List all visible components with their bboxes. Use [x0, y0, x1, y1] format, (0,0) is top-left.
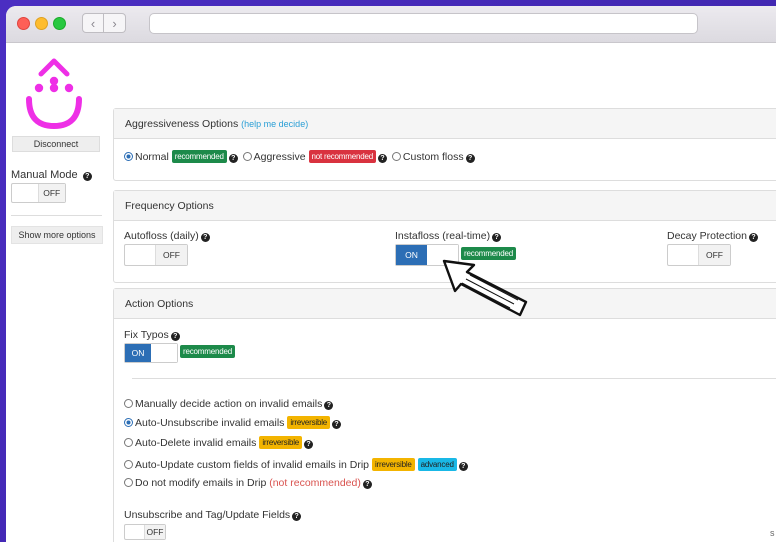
panel-title: Aggressiveness Options — [125, 118, 239, 130]
radio-do-not-modify[interactable] — [124, 478, 133, 487]
aggressiveness-options-row: Normal recommended? Aggressive not recom… — [124, 150, 477, 163]
toggle-off-label: OFF — [699, 245, 730, 265]
chevron-right-icon: › — [112, 15, 117, 31]
help-icon[interactable]: ? — [492, 233, 502, 242]
manual-mode-label: Manual Mode ? — [11, 169, 94, 181]
invalid-option-manual: Manually decide action on invalid emails… — [124, 398, 335, 410]
recommended-badge: recommended — [171, 150, 227, 163]
pointer-arrow-icon — [442, 259, 528, 317]
toggle-off-label: OFF — [38, 184, 65, 202]
help-icon[interactable]: ? — [458, 462, 468, 471]
help-icon[interactable]: ? — [324, 401, 334, 410]
chevron-left-icon: ‹ — [90, 15, 96, 31]
disconnect-button[interactable]: Disconnect — [12, 136, 100, 152]
option-label: Auto-Update custom fields of invalid ema… — [135, 459, 370, 471]
recommended-badge: recommended — [180, 345, 235, 358]
radio-custom-floss[interactable] — [391, 152, 401, 161]
decay-protection-label: Decay Protection? — [667, 230, 760, 242]
toggle-handle — [125, 245, 156, 265]
unsubscribe-tag-label: Unsubscribe and Tag/Update Fields? — [124, 509, 303, 521]
back-button[interactable]: ‹ — [82, 13, 104, 33]
invalid-option-update: Auto-Update custom fields of invalid ema… — [124, 458, 470, 471]
brand-logo-icon — [26, 58, 82, 130]
address-bar[interactable] — [149, 13, 698, 34]
forward-button[interactable]: › — [104, 13, 126, 33]
show-more-options-button[interactable]: Show more options — [11, 226, 103, 244]
manual-mode-text: Manual Mode — [11, 169, 78, 181]
option-label: Auto-Unsubscribe invalid emails — [135, 417, 285, 429]
help-icon[interactable]: ? — [332, 420, 342, 429]
help-icon[interactable]: ? — [292, 512, 302, 521]
unsubscribe-tag-text: Unsubscribe and Tag/Update Fields — [124, 509, 291, 521]
toggle-on-label: ON — [125, 344, 151, 362]
toggle-off-label: OFF — [156, 245, 187, 265]
fix-typos-badge-wrap: recommended — [180, 345, 235, 358]
action-divider — [132, 378, 776, 379]
panel-title: Frequency Options — [125, 200, 214, 212]
fix-typos-text: Fix Typos — [124, 329, 169, 341]
toggle-off-label: OFF — [145, 525, 165, 539]
decay-protection-text: Decay Protection — [667, 230, 747, 242]
invalid-option-delete: Auto-Delete invalid emails irreversible? — [124, 436, 315, 449]
irreversible-badge: irreversible — [371, 458, 415, 471]
help-icon[interactable]: ? — [82, 172, 92, 181]
maximize-window-button[interactable] — [53, 17, 66, 30]
help-me-decide-link[interactable]: (help me decide) — [241, 119, 308, 129]
toggle-handle — [151, 344, 177, 362]
irreversible-badge: irreversible — [287, 416, 331, 429]
minimize-window-button[interactable] — [35, 17, 48, 30]
sidebar-divider — [11, 215, 102, 216]
action-panel: Action Options — [113, 288, 776, 542]
clipped-text: s — [770, 528, 775, 538]
radio-normal[interactable] — [124, 152, 133, 161]
radio-auto-unsubscribe[interactable] — [124, 418, 133, 427]
fix-typos-toggle[interactable]: ON — [124, 343, 178, 363]
advanced-badge: advanced — [417, 458, 457, 471]
toggle-handle — [12, 184, 39, 202]
instafloss-text: Instafloss (real-time) — [395, 230, 491, 242]
invalid-option-unsubscribe: Auto-Unsubscribe invalid emails irrevers… — [124, 416, 343, 429]
toggle-handle — [668, 245, 699, 265]
instafloss-label: Instafloss (real-time)? — [395, 230, 503, 242]
help-icon[interactable]: ? — [304, 440, 314, 449]
option-custom-floss-label: Custom floss — [402, 151, 464, 163]
autofloss-text: Autofloss (daily) — [124, 230, 199, 242]
fix-typos-label: Fix Typos? — [124, 329, 182, 341]
frequency-header: Frequency Options — [114, 191, 776, 221]
title-bar: ‹ › — [6, 6, 776, 43]
help-icon[interactable]: ? — [748, 233, 758, 242]
help-icon[interactable]: ? — [465, 154, 475, 163]
help-icon[interactable]: ? — [377, 154, 387, 163]
not-recommended-badge: not recommended — [308, 150, 376, 163]
invalid-option-do-not-modify: Do not modify emails in Drip (not recomm… — [124, 477, 374, 489]
aggressiveness-header: Aggressiveness Options (help me decide) — [114, 109, 776, 139]
radio-auto-delete[interactable] — [124, 438, 133, 447]
toggle-on-label: ON — [396, 245, 427, 265]
decay-protection-toggle[interactable]: OFF — [667, 244, 731, 266]
option-aggressive-label: Aggressive — [253, 151, 306, 163]
not-recommended-note: (not recommended) — [269, 477, 361, 489]
toggle-handle — [125, 525, 145, 539]
panel-title: Action Options — [125, 298, 194, 310]
autofloss-toggle[interactable]: OFF — [124, 244, 188, 266]
option-label: Auto-Delete invalid emails — [135, 437, 257, 449]
autofloss-label: Autofloss (daily)? — [124, 230, 212, 242]
option-normal-label: Normal — [135, 151, 169, 163]
radio-manual-decide[interactable] — [124, 399, 133, 408]
aggressiveness-panel: Aggressiveness Options (help me decide) — [113, 108, 776, 181]
option-label: Do not modify emails in Drip — [135, 477, 267, 489]
help-icon[interactable]: ? — [170, 332, 180, 341]
radio-auto-update[interactable] — [124, 460, 133, 469]
help-icon[interactable]: ? — [200, 233, 210, 242]
option-label: Manually decide action on invalid emails — [135, 398, 323, 410]
help-icon[interactable]: ? — [228, 154, 238, 163]
close-window-button[interactable] — [17, 17, 30, 30]
help-icon[interactable]: ? — [362, 480, 372, 489]
unsubscribe-tag-toggle[interactable]: OFF — [124, 524, 166, 540]
radio-aggressive[interactable] — [242, 152, 252, 161]
manual-mode-toggle[interactable]: OFF — [11, 183, 66, 203]
irreversible-badge: irreversible — [259, 436, 303, 449]
browser-window: ‹ › Disconnect Manual Mode ? OFF Show mo… — [6, 6, 776, 542]
